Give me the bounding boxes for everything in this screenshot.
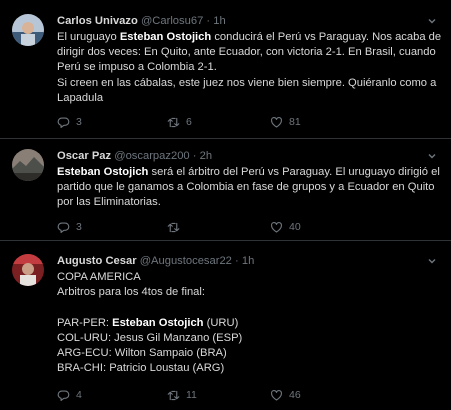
separator-dot: · <box>235 255 239 267</box>
tweet-text-segment: partido que le ganamos a Colombia en fas… <box>57 181 435 194</box>
tweet[interactable]: Oscar Paz @oscarpaz200 · 2h Esteban Osto… <box>0 139 451 241</box>
tweet-text: Esteban Ostojich será el árbitro del Per… <box>57 165 440 211</box>
mention-bold-text: Esteban Ostojich <box>112 316 204 329</box>
tweet[interactable]: Carlos Univazo @Carlosu67 · 1h El urugua… <box>0 0 451 139</box>
author-handle[interactable]: @Augustocesar22 <box>140 255 232 267</box>
retweet-icon <box>167 390 180 400</box>
tweet-text-line: ARG-ECU: Wilton Sampaio (BRA) <box>57 346 439 361</box>
tweet-text-segment: Perú se impuso a Colombia 2-1. <box>57 61 217 74</box>
mention-bold-text: Esteban Ostojich <box>119 31 212 43</box>
like-button[interactable]: 40 <box>270 219 301 235</box>
tweet-feed: Carlos Univazo @Carlosu67 · 1h El urugua… <box>0 0 451 410</box>
tweet-text-segment: Si creen en las cábalas, este juez nos v… <box>57 76 437 89</box>
author-name[interactable]: Carlos Univazo <box>57 15 138 27</box>
tweet-text-line: COPA AMERICA <box>57 270 439 285</box>
tweet-header: Carlos Univazo @Carlosu67 · 1h <box>57 14 439 29</box>
tweet-text-segment: BRA-CHI: Patricio Loustau (ARG) <box>57 362 225 375</box>
tweet-time[interactable]: 1h <box>242 255 254 267</box>
reply-icon <box>57 116 70 128</box>
author-handle[interactable]: @Carlosu67 <box>141 15 203 27</box>
tweet-text-segment: El uruguayo <box>57 31 120 43</box>
tweet-text-segment: PAR-PER: <box>57 316 113 329</box>
tweet-text-segment: Arbitros para los 4tos de final: <box>57 286 205 299</box>
reply-button[interactable]: 3 <box>57 114 82 130</box>
tweet-text-line: El uruguayo Esteban Ostojich conducirá e… <box>57 30 442 45</box>
chevron-down-icon[interactable] <box>427 256 437 266</box>
separator-dot: · <box>192 150 197 162</box>
tweet-text: El uruguayo Esteban Ostojich conducirá e… <box>57 30 442 106</box>
tweet-text-segment: Lapadula <box>57 91 104 104</box>
retweet-count: 6 <box>186 116 192 128</box>
tweet-text-segment: por las Eliminatorias. <box>57 196 161 209</box>
tweet-time[interactable]: 2h <box>200 150 212 162</box>
retweet-button[interactable]: 11 <box>167 387 197 403</box>
retweet-button[interactable]: 6 <box>167 114 192 130</box>
tweet-text-line: Esteban Ostojich será el árbitro del Per… <box>57 165 440 180</box>
tweet-text-line: dirigir dos veces: En Quito, ante Ecuado… <box>57 45 439 60</box>
retweet-icon <box>167 117 180 127</box>
reply-icon <box>57 389 70 401</box>
retweet-count: 11 <box>186 389 197 401</box>
tweet-actions: 3 6 81 <box>57 114 357 130</box>
tweet-text-line <box>57 300 439 315</box>
tweet-text-line: BRA-CHI: Patricio Loustau (ARG) <box>57 361 439 376</box>
tweet-text-line: por las Eliminatorias. <box>57 195 439 210</box>
reply-icon <box>57 221 70 233</box>
tweet-time[interactable]: 1h <box>213 15 225 27</box>
avatar[interactable] <box>12 14 44 46</box>
tweet-header: Oscar Paz @oscarpaz200 · 2h <box>57 149 439 164</box>
tweet-text-line: partido que le ganamos a Colombia en fas… <box>57 180 439 195</box>
tweet-text-line: Si creen en las cábalas, este juez nos v… <box>57 76 439 91</box>
author-name[interactable]: Augusto Cesar <box>57 255 137 267</box>
author-name[interactable]: Oscar Paz <box>57 150 111 162</box>
reply-count: 3 <box>76 221 82 233</box>
tweet-actions: 4 11 46 <box>57 387 357 403</box>
tweet-text-line: Perú se impuso a Colombia 2-1. <box>57 60 439 75</box>
avatar[interactable] <box>12 254 44 286</box>
tweet-text-line: COL-URU: Jesus Gil Manzano (ESP) <box>57 331 439 346</box>
tweet[interactable]: Augusto Cesar @Augustocesar22 · 1h COPA … <box>0 241 451 410</box>
avatar[interactable] <box>12 149 44 181</box>
reply-count: 3 <box>76 116 82 128</box>
separator-dot: · <box>206 15 211 27</box>
retweet-button[interactable] <box>167 219 186 235</box>
tweet-text-line: Lapadula <box>57 91 439 106</box>
tweet-text-segment: ARG-ECU: Wilton Sampaio (BRA) <box>57 347 227 359</box>
tweet-text: COPA AMERICA Arbitros para los 4tos de fi… <box>57 270 439 376</box>
reply-button[interactable]: 3 <box>57 219 82 235</box>
tweet-text-segment: (URU) <box>203 316 239 329</box>
like-count: 40 <box>289 221 301 233</box>
chevron-down-icon[interactable] <box>427 16 437 26</box>
reply-button[interactable]: 4 <box>57 387 82 403</box>
like-count: 46 <box>289 389 301 401</box>
tweet-text-segment: será el árbitro del Perú vs Paraguay. El… <box>148 166 440 178</box>
reply-count: 4 <box>76 389 82 401</box>
tweet-text-line: Arbitros para los 4tos de final: <box>57 285 439 300</box>
like-icon <box>271 221 282 233</box>
tweet-text-segment: dirigir dos veces: En Quito, ante Ecuado… <box>57 46 436 59</box>
like-count: 81 <box>289 116 301 128</box>
like-button[interactable]: 46 <box>270 387 301 403</box>
tweet-text-segment: COL-URU: Jesus Gil Manzano (ESP) <box>57 331 243 344</box>
retweet-icon <box>167 222 180 232</box>
author-handle[interactable]: @oscarpaz200 <box>114 150 189 162</box>
tweet-actions: 3 40 <box>57 219 357 235</box>
like-button[interactable]: 81 <box>270 114 301 130</box>
tweet-text-line: PAR-PER: Esteban Ostojich (URU) <box>57 316 439 331</box>
tweet-text-segment: conducirá el Perú vs Paraguay. Nos acaba… <box>211 31 442 43</box>
tweet-text-segment: COPA AMERICA <box>57 271 141 283</box>
chevron-down-icon[interactable] <box>427 151 437 161</box>
tweet-header: Augusto Cesar @Augustocesar22 · 1h <box>57 254 439 269</box>
like-icon <box>271 116 282 128</box>
like-icon <box>271 389 282 401</box>
mention-bold-text: Esteban Ostojich <box>57 166 149 178</box>
